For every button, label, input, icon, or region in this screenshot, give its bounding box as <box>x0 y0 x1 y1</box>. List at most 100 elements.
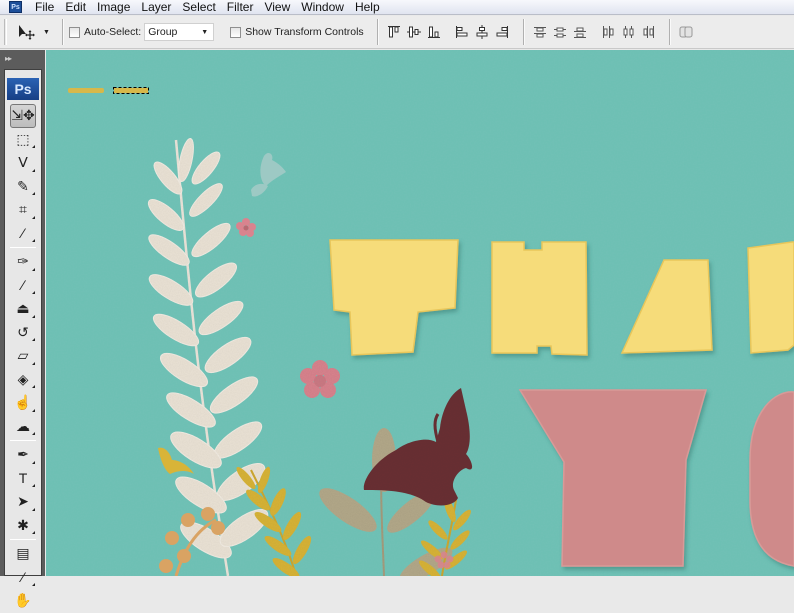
align-left-edges-icon[interactable] <box>455 25 469 39</box>
move-tool-icon <box>19 25 35 40</box>
flyout-indicator-icon <box>32 145 35 148</box>
menu-file[interactable]: File <box>30 0 60 15</box>
letter-n <box>747 241 794 354</box>
flyout-indicator-icon <box>32 239 35 242</box>
type-tool[interactable]: T <box>5 467 41 491</box>
flyout-indicator-icon <box>32 408 35 412</box>
divider <box>668 19 671 45</box>
distribute-horizontal-centers-icon[interactable] <box>621 25 635 39</box>
distribute-top-edges-icon[interactable] <box>533 25 547 39</box>
notes-tool-icon: ▤ <box>16 545 30 562</box>
tool-preset-picker[interactable]: ▼ <box>17 24 57 40</box>
auto-align-layers-icon[interactable] <box>679 25 693 39</box>
brush-tool-icon: ∕ <box>21 277 25 294</box>
eyedropper-slice-tool-icon: ⁄ <box>21 225 25 242</box>
flyout-indicator-icon <box>32 215 35 219</box>
menu-view[interactable]: View <box>259 0 296 15</box>
hand-tool[interactable]: ✋ <box>5 589 41 613</box>
tool-separator <box>10 539 36 540</box>
smudge-sponge-tool-icon: ☁ <box>16 417 30 434</box>
document-canvas[interactable]: THAN YO <box>46 50 794 576</box>
brush-tool[interactable]: ∕ <box>5 274 41 298</box>
path-selection-tool[interactable]: ➤ <box>5 490 41 514</box>
menu-edit[interactable]: Edit <box>60 0 92 15</box>
flyout-indicator-icon <box>32 338 35 341</box>
dodge-tool[interactable]: ☝ <box>5 391 41 415</box>
custom-shape-tool-icon: ✱ <box>17 516 29 533</box>
flyout-indicator-icon <box>32 460 35 464</box>
chevron-down-icon: ▼ <box>43 28 50 36</box>
quick-selection-tool[interactable]: ✎ <box>5 175 41 199</box>
type-tool-icon: T <box>18 470 28 487</box>
eyedropper-tool-icon: ⁄ <box>21 569 25 586</box>
show-transform-controls-checkbox[interactable] <box>230 26 242 38</box>
flyout-indicator-icon <box>32 583 35 586</box>
history-brush-tool[interactable]: ↺ <box>5 321 41 345</box>
align-buttons-group <box>384 25 512 39</box>
ps-badge: Ps <box>7 78 39 100</box>
flyout-indicator-icon <box>32 385 35 388</box>
move-tool[interactable]: ⇲✥ <box>10 104 36 128</box>
tools-list: Ps ⇲✥ ⬚ ᐯ ✎ ⌗ ⁄ ✑ ∕ ⏏ ↺ ▱ ◈ ☝ ☁ ✒ T ➤ ✱ ▤ ⁄ ✋ <box>4 69 42 608</box>
align-bottom-edges-icon[interactable] <box>427 25 441 39</box>
history-brush-tool-icon: ↺ <box>17 323 29 340</box>
menu-image[interactable]: Image <box>92 0 136 15</box>
paint-bucket-tool-icon: ◈ <box>17 370 29 387</box>
menu-help[interactable]: Help <box>350 0 386 15</box>
tool-separator <box>10 440 36 441</box>
flyout-indicator-icon <box>32 507 35 511</box>
align-horizontal-centers-icon[interactable] <box>475 25 489 39</box>
distribute-buttons-group <box>530 25 658 39</box>
distribute-vertical-centers-icon[interactable] <box>553 25 567 39</box>
auto-select-checkbox[interactable] <box>69 26 80 38</box>
flyout-indicator-icon <box>32 168 35 172</box>
clone-stamp-tool[interactable]: ⏏ <box>5 297 41 321</box>
eyedropper-slice-tool[interactable]: ⁄ <box>5 222 41 246</box>
flyout-indicator-icon <box>32 484 35 487</box>
eyedropper-tool[interactable]: ⁄ <box>5 566 41 590</box>
menu-bar: Ps File Edit Image Layer Select Filter V… <box>0 0 794 15</box>
distribute-right-edges-icon[interactable] <box>641 25 655 39</box>
healing-brush-tool[interactable]: ✑ <box>5 250 41 274</box>
paint-bucket-tool[interactable]: ◈ <box>5 368 41 392</box>
photoshop-logo-icon: Ps <box>9 1 22 13</box>
hand-tool-icon: ✋ <box>14 592 32 609</box>
flyout-indicator-icon <box>32 361 35 365</box>
selected-layer-bar[interactable] <box>113 87 149 94</box>
lasso-tool-icon: ᐯ <box>18 154 28 171</box>
eraser-tool[interactable]: ▱ <box>5 344 41 368</box>
align-top-edges-icon[interactable] <box>387 25 401 39</box>
distribute-left-edges-icon[interactable] <box>601 25 615 39</box>
tools-panel: ▸▸ Ps ⇲✥ ⬚ ᐯ ✎ ⌗ ⁄ ✑ ∕ ⏏ ↺ ▱ ◈ ☝ ☁ ✒ T ➤ ✱ ▤ ⁄ ✋ <box>0 50 45 608</box>
clone-stamp-tool-icon: ⏏ <box>16 300 30 317</box>
notes-tool[interactable]: ▤ <box>5 542 41 566</box>
menu-window[interactable]: Window <box>296 0 350 15</box>
marquee-tool[interactable]: ⬚ <box>5 128 41 152</box>
chevron-down-icon: ▼ <box>201 28 209 36</box>
dodge-tool-icon: ☝ <box>14 394 32 411</box>
flyout-indicator-icon <box>32 314 35 318</box>
tool-separator <box>10 247 36 248</box>
auto-select-value: Group <box>148 26 178 38</box>
align-vertical-centers-icon[interactable] <box>406 25 421 39</box>
divider <box>62 19 64 45</box>
expand-panel-icon[interactable]: ▸▸ <box>0 50 45 69</box>
letter-h <box>491 241 588 356</box>
lasso-tool[interactable]: ᐯ <box>5 151 41 175</box>
menu-select[interactable]: Select <box>177 0 221 15</box>
marquee-tool-icon: ⬚ <box>16 130 30 147</box>
crop-tool-icon: ⌗ <box>19 201 27 218</box>
crop-tool[interactable]: ⌗ <box>5 198 41 222</box>
auto-select-dropdown[interactable]: Group ▼ <box>144 23 215 41</box>
distribute-bottom-edges-icon[interactable] <box>573 25 587 39</box>
path-selection-tool-icon: ➤ <box>17 493 29 510</box>
pen-tool[interactable]: ✒ <box>5 443 41 467</box>
options-bar-grip[interactable] <box>4 19 7 45</box>
align-right-edges-icon[interactable] <box>495 25 509 39</box>
custom-shape-tool[interactable]: ✱ <box>5 514 41 538</box>
flyout-indicator-icon <box>32 531 35 534</box>
small-bar-layer[interactable] <box>68 88 104 93</box>
smudge-sponge-tool[interactable]: ☁ <box>5 415 41 439</box>
menu-filter[interactable]: Filter <box>222 0 260 15</box>
menu-layer[interactable]: Layer <box>136 0 177 15</box>
